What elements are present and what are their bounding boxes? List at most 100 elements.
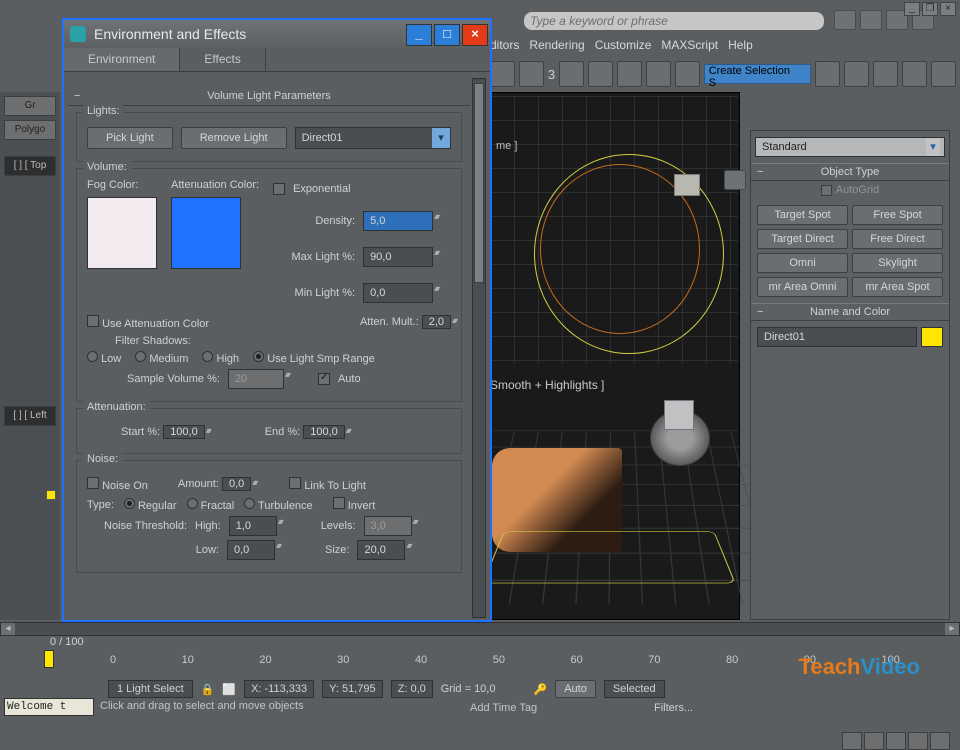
noise-turbulence-radio[interactable] [244,498,255,509]
noise-amount-spinner[interactable]: 0,0 [222,477,251,491]
exponential-checkbox[interactable] [273,183,285,195]
menu-help[interactable]: Help [728,38,753,58]
use-atten-checkbox[interactable] [87,315,99,327]
tool-icon[interactable] [617,61,642,87]
noise-low-spinner[interactable]: 0,0 [227,540,275,560]
btn-free-direct[interactable]: Free Direct [852,229,943,249]
dialog-minimize-button[interactable]: _ [406,24,432,46]
key-mode-dropdown[interactable]: Selected [604,680,665,698]
tool-icon[interactable] [559,61,584,87]
viewport-label-persp[interactable]: Smooth + Highlights ] [490,378,604,392]
left-tab[interactable]: Polygo [4,120,56,140]
object-color-swatch[interactable] [921,327,943,347]
filter-medium-radio[interactable] [135,351,146,362]
btn-mr-area-spot[interactable]: mr Area Spot [852,277,943,297]
tool-icon[interactable] [931,61,956,87]
goto-end-button[interactable] [930,732,950,750]
next-frame-button[interactable] [908,732,928,750]
atten-color-swatch[interactable] [171,197,241,269]
btn-mr-area-omni[interactable]: mr Area Omni [757,277,848,297]
close-button[interactable]: × [940,2,956,16]
coord-z[interactable]: Z: 0,0 [391,680,433,698]
coord-y[interactable]: Y: 51,795 [322,680,383,698]
tab-effects[interactable]: Effects [180,48,265,71]
left-tab[interactable]: Gr [4,96,56,116]
tool-icon[interactable] [902,61,927,87]
fog-color-swatch[interactable] [87,197,157,269]
coord-x[interactable]: X: -113,333 [244,680,314,698]
noise-invert-checkbox[interactable] [333,497,345,509]
dialog-scrollbar[interactable] [472,78,486,618]
coord-toggle-icon[interactable]: ⬜ [222,683,236,696]
btn-skylight[interactable]: Skylight [852,253,943,273]
menu-rendering[interactable]: Rendering [529,38,584,58]
tool-icon[interactable] [519,61,544,87]
tool-icon[interactable] [873,61,898,87]
btn-target-direct[interactable]: Target Direct [757,229,848,249]
tool-icon[interactable] [675,61,700,87]
menu-customize[interactable]: Customize [595,38,652,58]
pick-light-button[interactable]: Pick Light [87,127,173,149]
viewcube-persp[interactable] [664,400,694,430]
scrollbar-thumb[interactable] [474,83,484,283]
viewport-top-label[interactable]: [ ] [ Top [4,156,56,176]
key-filters[interactable]: Filters... [654,702,693,714]
key-icon[interactable]: 🔑 [533,683,547,696]
menu-editors[interactable]: ditors [490,38,519,58]
dialog-titlebar[interactable]: Environment and Effects _ □ × [64,20,490,48]
add-time-tag[interactable]: Add Time Tag [470,702,537,714]
tab-environment[interactable]: Environment [64,48,180,71]
object-name-input[interactable] [757,327,917,347]
noise-on-checkbox[interactable] [87,477,99,489]
noise-fractal-radio[interactable] [187,498,198,509]
noise-high-spinner[interactable]: 1,0 [229,516,277,536]
viewport-hscroll[interactable]: ◂ ▸ [0,622,960,636]
auto-sample-checkbox[interactable] [318,373,330,385]
btn-free-spot[interactable]: Free Spot [852,205,943,225]
binoculars-icon[interactable] [834,10,856,30]
minlight-spinner[interactable]: 0,0 [363,283,433,303]
magnifier-icon[interactable] [860,10,882,30]
filter-high-radio[interactable] [202,351,213,362]
density-spinner[interactable]: 5,0 [363,211,433,231]
autogrid-checkbox[interactable] [821,185,832,196]
restore-button[interactable]: ❐ [922,2,938,16]
global-search-input[interactable]: Type a keyword or phrase [524,12,824,30]
play-button[interactable] [886,732,906,750]
rollout-object-type[interactable]: Object Type [751,163,949,181]
subcat-icon[interactable] [724,170,746,190]
maxscript-listener[interactable]: Welcome t [4,698,94,716]
scroll-right-icon[interactable]: ▸ [945,623,959,635]
tool-icon[interactable] [844,61,869,87]
btn-omni[interactable]: Omni [757,253,848,273]
link-light-checkbox[interactable] [289,477,301,489]
atten-end-spinner[interactable]: 100,0 [303,425,345,439]
auto-key-button[interactable]: Auto [555,680,596,698]
filter-low-radio[interactable] [87,351,98,362]
noise-size-spinner[interactable]: 20,0 [357,540,405,560]
dialog-maximize-button[interactable]: □ [434,24,460,46]
minimize-button[interactable]: _ [904,2,920,16]
light-select-dropdown[interactable]: Direct01 [295,127,451,149]
menu-maxscript[interactable]: MAXScript [661,38,718,58]
atten-start-spinner[interactable]: 100,0 [163,425,205,439]
lock-icon[interactable]: 🔒 [201,683,215,696]
goto-start-button[interactable] [842,732,862,750]
btn-target-spot[interactable]: Target Spot [757,205,848,225]
dialog-close-button[interactable]: × [462,24,488,46]
tool-icon[interactable] [646,61,671,87]
remove-light-button[interactable]: Remove Light [181,127,287,149]
viewport-left-label[interactable]: [ ] [ Left [4,406,56,426]
tool-icon[interactable] [588,61,613,87]
attmult-spinner[interactable]: 2,0 [422,315,451,329]
tool-icon[interactable] [490,61,515,87]
noise-regular-radio[interactable] [124,498,135,509]
category-dropdown[interactable]: Standard [755,137,945,157]
viewport-label-top[interactable]: me ] [496,140,517,152]
tool-icon[interactable] [815,61,840,87]
viewcube[interactable] [674,174,700,196]
filter-smp-radio[interactable] [253,351,264,362]
prev-frame-button[interactable] [864,732,884,750]
selection-set-dropdown[interactable]: Create Selection S [704,64,812,84]
rollup-volume-light[interactable]: Volume Light Parameters [68,88,470,106]
